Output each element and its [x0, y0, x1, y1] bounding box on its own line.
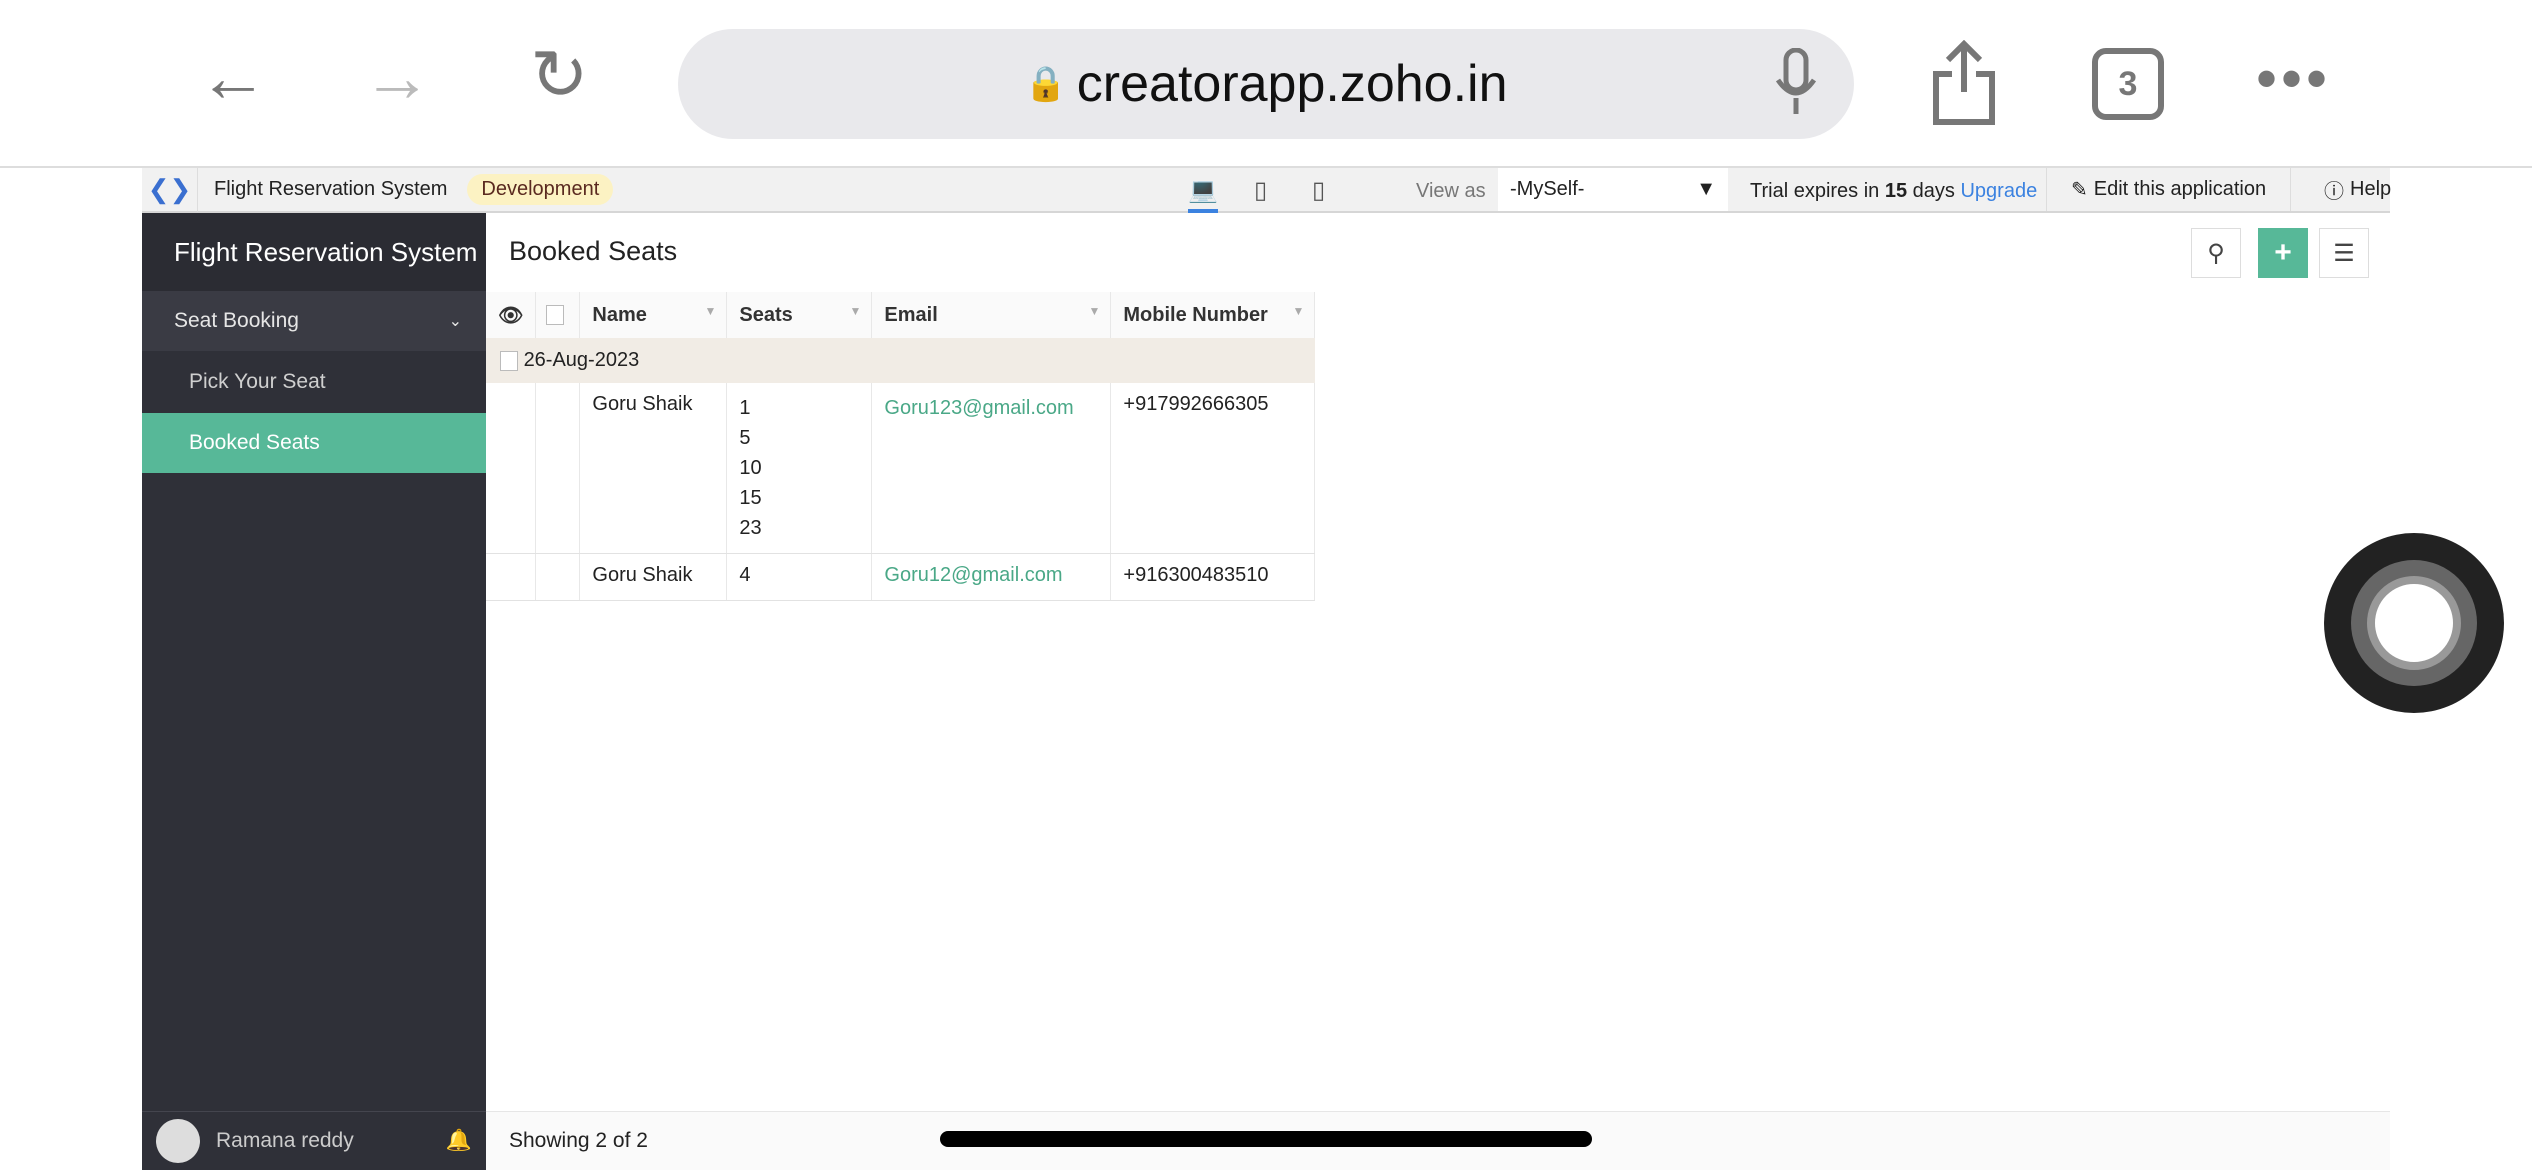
assistive-touch-button[interactable]	[2324, 533, 2504, 713]
app-topbar: ❮❯ Flight Reservation System Development…	[142, 167, 2391, 213]
sidebar: Flight Reservation System Seat Booking ⌄ …	[142, 213, 486, 1170]
user-footer: Ramana reddy 🔔	[142, 1111, 486, 1170]
reload-icon[interactable]: ↻	[530, 40, 589, 110]
sidebar-item-pick-your-seat[interactable]: Pick Your Seat	[142, 351, 486, 413]
desktop-view-icon[interactable]: 💻	[1188, 176, 1218, 213]
bell-icon[interactable]: 🔔	[446, 1129, 472, 1153]
pencil-icon: ✎	[2071, 179, 2088, 201]
home-indicator[interactable]	[940, 1131, 1592, 1147]
search-icon: ⚲	[2207, 239, 2225, 267]
phone-view-icon[interactable]: ▯	[1254, 176, 1267, 205]
tablet-view-icon[interactable]: ▯	[1312, 176, 1325, 205]
back-icon[interactable]: ←	[198, 42, 268, 112]
email-link[interactable]: Goru12@gmail.com	[871, 553, 1112, 601]
avatar[interactable]	[156, 1119, 200, 1163]
share-icon[interactable]	[1930, 40, 1998, 126]
url-bar[interactable]: 🔒 creatorapp.zoho.in	[678, 29, 1854, 139]
app-name: Flight Reservation System	[214, 178, 448, 200]
group-row: 26-Aug-2023	[486, 338, 1315, 383]
lock-icon: 🔒	[1024, 65, 1067, 103]
tabs-button[interactable]: 3	[2092, 48, 2164, 120]
select-all-checkbox[interactable]	[535, 292, 581, 338]
help-icon: ⓘ	[2324, 181, 2344, 203]
more-icon[interactable]: •••	[2256, 44, 2331, 113]
user-name: Ramana reddy	[216, 1129, 354, 1152]
view-as-value: -MySelf-	[1510, 178, 1585, 200]
dropdown-arrow-icon: ▼	[1696, 178, 1716, 200]
microphone-icon[interactable]	[1774, 48, 1818, 118]
table-row: Goru Shaik 4 Goru12@gmail.com +916300483…	[486, 553, 1316, 601]
help-button[interactable]: ⓘ Help	[2304, 168, 2411, 211]
group-checkbox[interactable]	[500, 350, 518, 371]
sidebar-item-booked-seats[interactable]: Booked Seats	[142, 413, 486, 473]
email-link[interactable]: Goru123@gmail.com	[871, 383, 1112, 554]
trial-text: Trial expires in 15 days Upgrade	[1750, 180, 2038, 202]
view-as-select[interactable]: -MySelf- ▼	[1498, 168, 1728, 211]
column-email[interactable]: Email ▼	[871, 292, 1112, 338]
browser-toolbar: ← → ↻ 🔒 creatorapp.zoho.in 3 •••	[0, 0, 2532, 168]
record-count: Showing 2 of 2	[509, 1129, 648, 1152]
table-header: 👁 Name ▼ Seats ▼ Email ▼ Mobile Number ▼	[486, 292, 1316, 338]
zoho-logo-icon[interactable]: ❮❯	[142, 167, 198, 212]
chevron-down-icon: ⌄	[448, 313, 462, 330]
edit-application-button[interactable]: ✎ Edit this application	[2046, 168, 2292, 211]
column-mobile[interactable]: Mobile Number ▼	[1110, 292, 1316, 338]
more-actions-button[interactable]: ☰	[2319, 228, 2369, 278]
forward-icon[interactable]: →	[362, 42, 432, 112]
menu-icon: ☰	[2333, 239, 2355, 267]
plus-icon: +	[2274, 236, 2292, 269]
column-name[interactable]: Name ▼	[579, 292, 728, 338]
search-button[interactable]: ⚲	[2191, 228, 2241, 278]
sidebar-section-seat-booking[interactable]: Seat Booking ⌄	[142, 291, 486, 351]
upgrade-link[interactable]: Upgrade	[1960, 180, 2037, 202]
sidebar-title: Flight Reservation System	[142, 213, 486, 291]
records-table: 👁 Name ▼ Seats ▼ Email ▼ Mobile Number ▼ 26-…	[486, 292, 1316, 601]
column-seats[interactable]: Seats ▼	[726, 292, 873, 338]
url-text: creatorapp.zoho.in	[1076, 55, 1508, 113]
env-badge: Development	[467, 174, 614, 205]
page-title: Booked Seats	[509, 236, 678, 266]
eye-icon[interactable]: 👁	[486, 292, 537, 338]
view-as-label: View as	[1416, 180, 1486, 202]
table-row: Goru Shaik 1 5 10 15 23 Goru123@gmail.com +9…	[486, 383, 1316, 554]
add-record-button[interactable]: +	[2258, 228, 2308, 278]
group-date: 26-Aug-2023	[523, 349, 640, 371]
